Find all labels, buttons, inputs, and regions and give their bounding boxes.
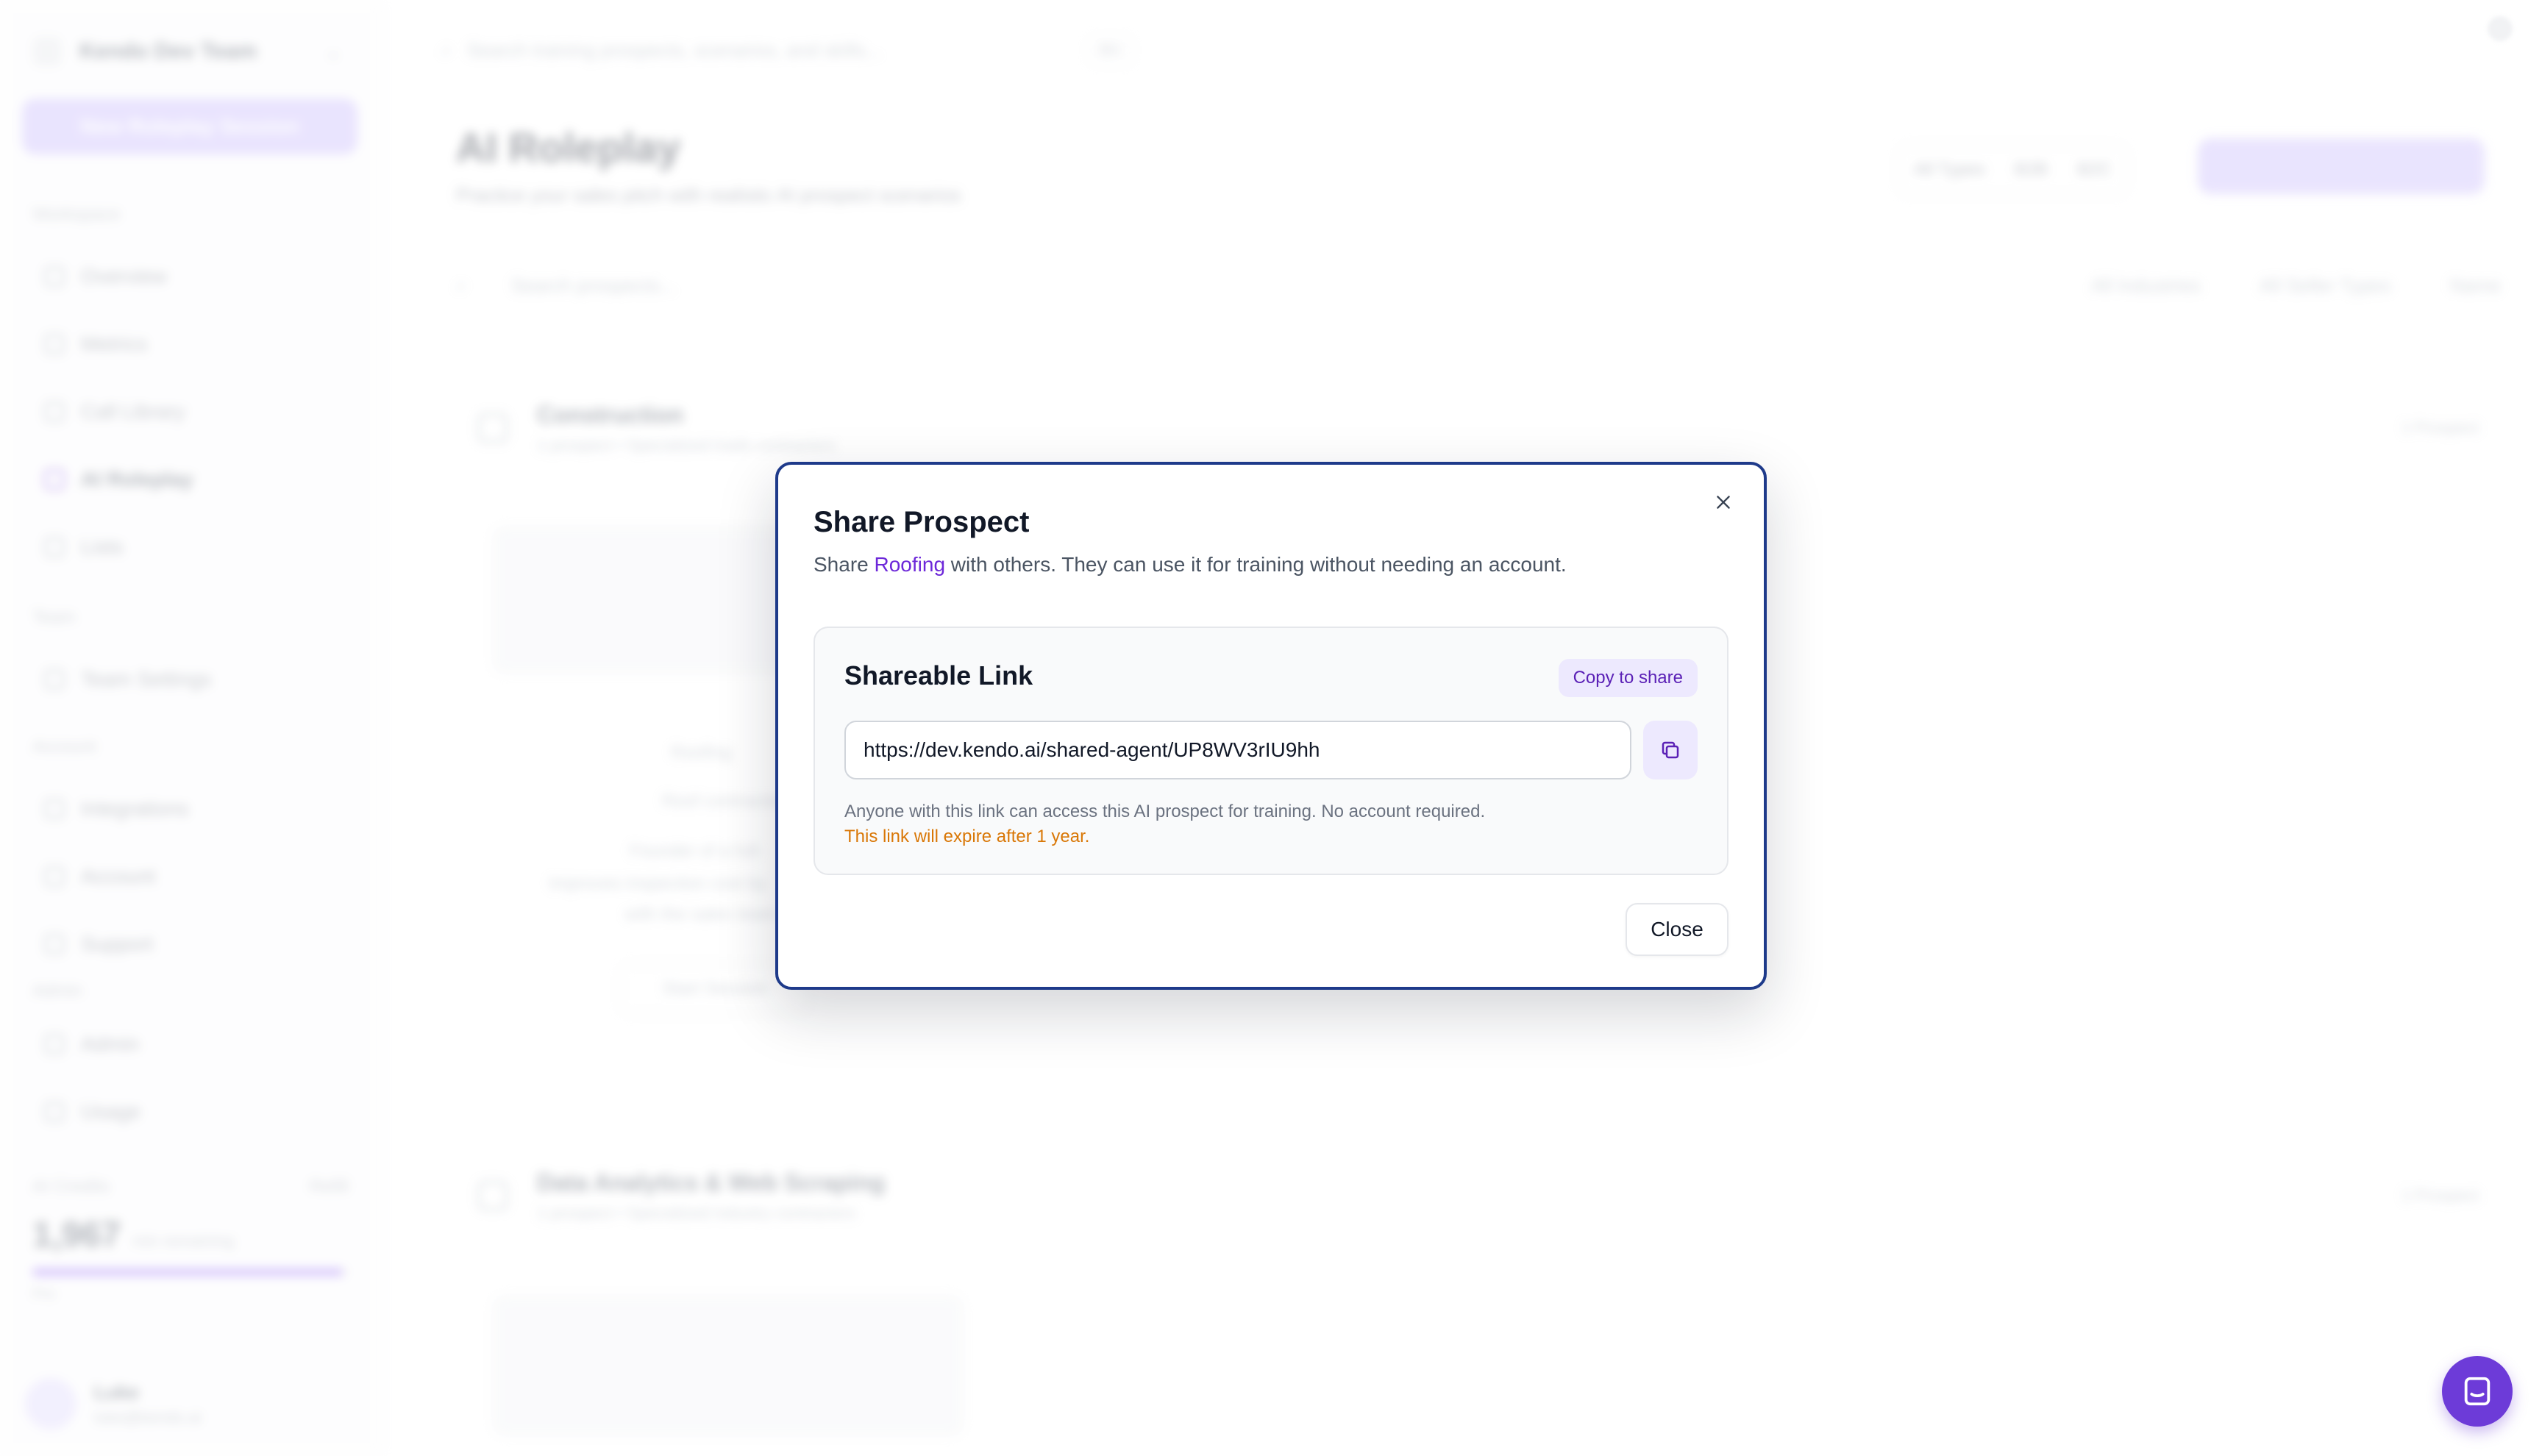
share-help-text: Anyone with this link can access this AI… bbox=[844, 802, 1486, 821]
chat-launcher-button[interactable] bbox=[2442, 1356, 2513, 1427]
prospect-name-highlight: Roofing bbox=[874, 553, 946, 576]
copy-to-share-badge[interactable]: Copy to share bbox=[1558, 659, 1698, 697]
close-icon bbox=[1717, 496, 1730, 509]
share-prospect-dialog: Share Prospect Share Roofing with others… bbox=[775, 462, 1767, 990]
shareable-link-title: Shareable Link bbox=[844, 660, 1033, 690]
share-url-input[interactable] bbox=[844, 721, 1631, 779]
dialog-title: Share Prospect bbox=[813, 506, 1030, 538]
shareable-link-card: Shareable Link Copy to share Anyone with… bbox=[813, 627, 1729, 875]
copy-icon bbox=[1662, 741, 1679, 759]
close-button[interactable]: Close bbox=[1626, 903, 1729, 956]
dialog-description: Share Roofing with others. They can use … bbox=[813, 553, 1567, 577]
close-dialog-button[interactable] bbox=[1705, 484, 1742, 521]
description-prefix: Share bbox=[813, 553, 875, 576]
link-expiry-warning: This link will expire after 1 year. bbox=[844, 827, 1090, 846]
chat-icon bbox=[2464, 1377, 2491, 1406]
description-suffix: with others. They can use it for trainin… bbox=[945, 553, 1567, 576]
copy-link-button[interactable] bbox=[1643, 721, 1698, 779]
